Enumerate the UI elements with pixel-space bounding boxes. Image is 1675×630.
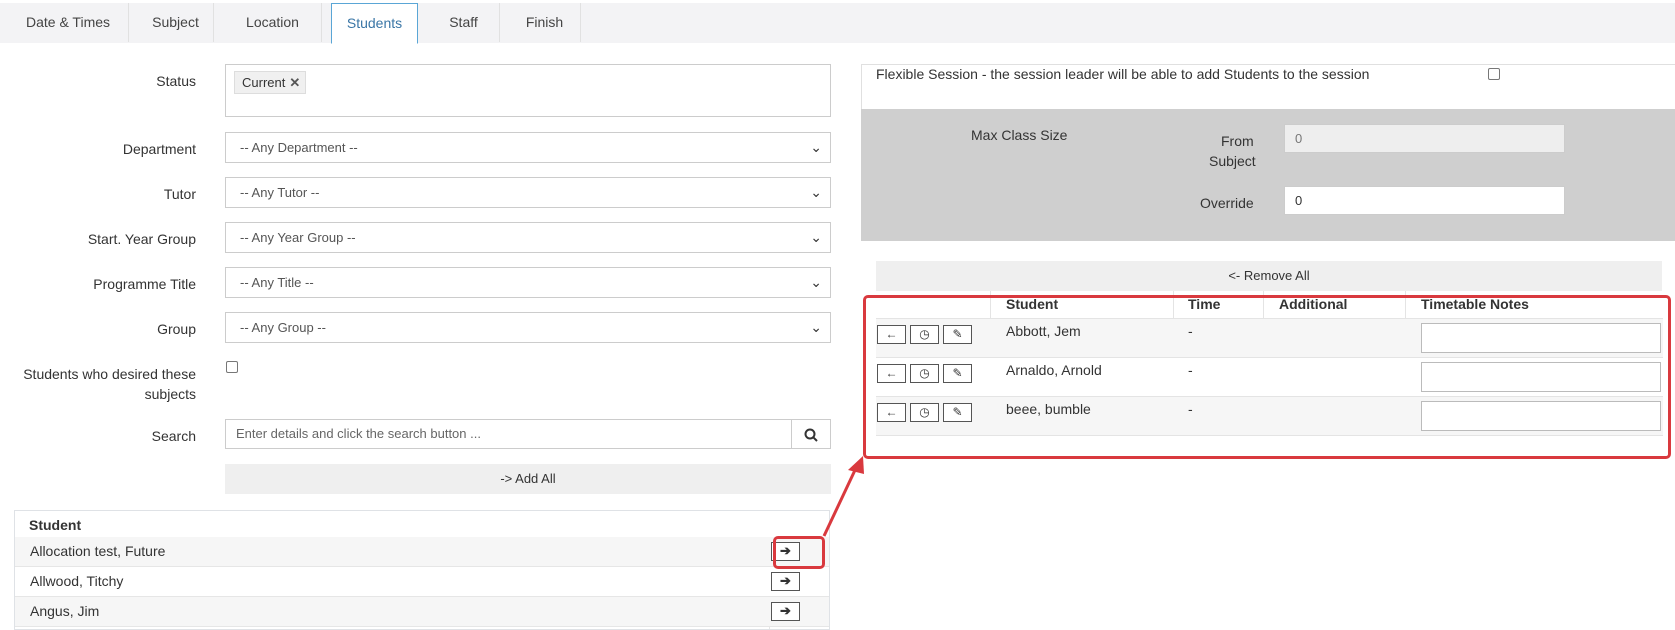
callout-arrow xyxy=(822,456,864,537)
